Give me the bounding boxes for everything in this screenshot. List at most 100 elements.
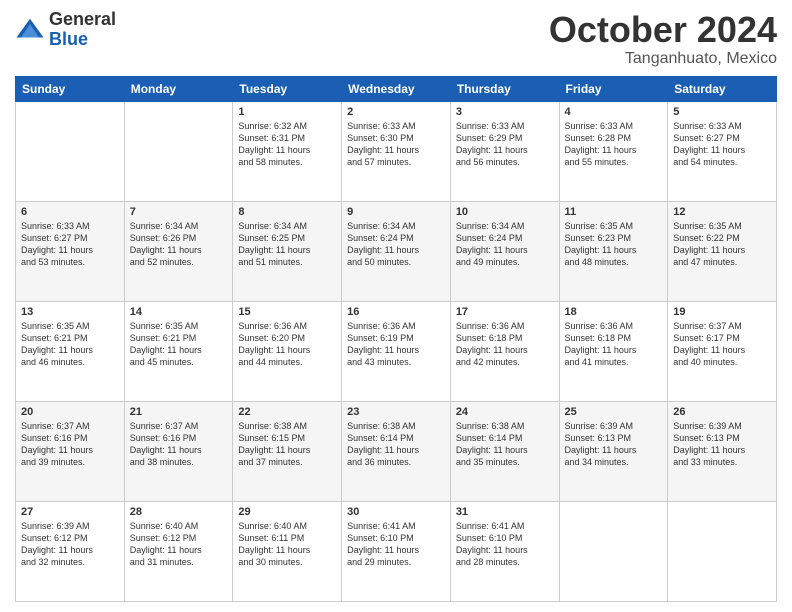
day-number: 14 (130, 306, 228, 318)
title-block: October 2024 Tanganhuato, Mexico (549, 10, 777, 68)
day-number: 23 (347, 406, 445, 418)
calendar-cell (559, 501, 668, 601)
cell-daylight-info: Sunrise: 6:37 AM Sunset: 6:16 PM Dayligh… (130, 420, 228, 469)
calendar-week-3: 13Sunrise: 6:35 AM Sunset: 6:21 PM Dayli… (16, 301, 777, 401)
cell-daylight-info: Sunrise: 6:36 AM Sunset: 6:19 PM Dayligh… (347, 320, 445, 369)
cell-daylight-info: Sunrise: 6:33 AM Sunset: 6:27 PM Dayligh… (21, 220, 119, 269)
calendar-cell: 29 Sunrise: 6:40 AM Sunset: 6:11 PM Dayli… (233, 501, 342, 601)
weekday-header-row: SundayMondayTuesdayWednesdayThursdayFrid… (16, 76, 777, 101)
calendar-cell: 16Sunrise: 6:36 AM Sunset: 6:19 PM Dayli… (342, 301, 451, 401)
cell-daylight-info: Sunrise: 6:36 AM Sunset: 6:18 PM Dayligh… (456, 320, 554, 369)
weekday-header-friday: Friday (559, 76, 668, 101)
logo-text: General Blue (49, 10, 116, 50)
cell-daylight-info: Sunrise: 6:40 AM Sunset: 6:11 PM Dayligh… (238, 520, 336, 569)
calendar-cell: 5 Sunrise: 6:33 AM Sunset: 6:27 PM Daylig… (668, 101, 777, 201)
weekday-header-sunday: Sunday (16, 76, 125, 101)
cell-daylight-info: Sunrise: 6:34 AM Sunset: 6:24 PM Dayligh… (456, 220, 554, 269)
calendar-cell: 15Sunrise: 6:36 AM Sunset: 6:20 PM Dayli… (233, 301, 342, 401)
calendar-cell (124, 101, 233, 201)
cell-daylight-info: Sunrise: 6:37 AM Sunset: 6:17 PM Dayligh… (673, 320, 771, 369)
day-number: 2 (347, 106, 445, 118)
cell-daylight-info: Sunrise: 6:32 AM Sunset: 6:31 PM Dayligh… (238, 120, 336, 169)
calendar-week-1: 1Sunrise: 6:32 AM Sunset: 6:31 PM Daylig… (16, 101, 777, 201)
page: General Blue October 2024 Tanganhuato, M… (0, 0, 792, 612)
calendar-cell: 2Sunrise: 6:33 AM Sunset: 6:30 PM Daylig… (342, 101, 451, 201)
calendar-cell: 28Sunrise: 6:40 AM Sunset: 6:12 PM Dayli… (124, 501, 233, 601)
day-number: 22 (238, 406, 336, 418)
cell-daylight-info: Sunrise: 6:35 AM Sunset: 6:22 PM Dayligh… (673, 220, 771, 269)
cell-daylight-info: Sunrise: 6:38 AM Sunset: 6:14 PM Dayligh… (456, 420, 554, 469)
cell-daylight-info: Sunrise: 6:33 AM Sunset: 6:29 PM Dayligh… (456, 120, 554, 169)
calendar-cell: 9Sunrise: 6:34 AM Sunset: 6:24 PM Daylig… (342, 201, 451, 301)
day-number: 27 (21, 506, 119, 518)
logo-blue: Blue (49, 30, 116, 50)
day-number: 29 (238, 506, 336, 518)
calendar-cell: 1Sunrise: 6:32 AM Sunset: 6:31 PM Daylig… (233, 101, 342, 201)
header: General Blue October 2024 Tanganhuato, M… (15, 10, 777, 68)
calendar-cell: 7 Sunrise: 6:34 AM Sunset: 6:26 PM Daylig… (124, 201, 233, 301)
calendar-cell: 20 Sunrise: 6:37 AM Sunset: 6:16 PM Dayli… (16, 401, 125, 501)
logo-general: General (49, 10, 116, 30)
day-number: 10 (456, 206, 554, 218)
day-number: 31 (456, 506, 554, 518)
calendar-week-4: 20 Sunrise: 6:37 AM Sunset: 6:16 PM Dayli… (16, 401, 777, 501)
calendar-cell: 30Sunrise: 6:41 AM Sunset: 6:10 PM Dayli… (342, 501, 451, 601)
calendar-cell: 4 Sunrise: 6:33 AM Sunset: 6:28 PM Daylig… (559, 101, 668, 201)
calendar-cell (16, 101, 125, 201)
day-number: 6 (21, 206, 119, 218)
day-number: 8 (238, 206, 336, 218)
cell-daylight-info: Sunrise: 6:39 AM Sunset: 6:12 PM Dayligh… (21, 520, 119, 569)
day-number: 21 (130, 406, 228, 418)
cell-daylight-info: Sunrise: 6:35 AM Sunset: 6:23 PM Dayligh… (565, 220, 663, 269)
calendar-cell: 3 Sunrise: 6:33 AM Sunset: 6:29 PM Daylig… (450, 101, 559, 201)
cell-daylight-info: Sunrise: 6:34 AM Sunset: 6:26 PM Dayligh… (130, 220, 228, 269)
day-number: 12 (673, 206, 771, 218)
calendar-cell: 10 Sunrise: 6:34 AM Sunset: 6:24 PM Dayli… (450, 201, 559, 301)
month-title: October 2024 (549, 10, 777, 50)
day-number: 18 (565, 306, 663, 318)
calendar-cell: 24 Sunrise: 6:38 AM Sunset: 6:14 PM Dayli… (450, 401, 559, 501)
cell-daylight-info: Sunrise: 6:37 AM Sunset: 6:16 PM Dayligh… (21, 420, 119, 469)
weekday-header-saturday: Saturday (668, 76, 777, 101)
calendar-week-5: 27 Sunrise: 6:39 AM Sunset: 6:12 PM Dayli… (16, 501, 777, 601)
calendar-cell: 13Sunrise: 6:35 AM Sunset: 6:21 PM Dayli… (16, 301, 125, 401)
calendar-cell: 23Sunrise: 6:38 AM Sunset: 6:14 PM Dayli… (342, 401, 451, 501)
calendar-cell: 25 Sunrise: 6:39 AM Sunset: 6:13 PM Dayli… (559, 401, 668, 501)
cell-daylight-info: Sunrise: 6:38 AM Sunset: 6:15 PM Dayligh… (238, 420, 336, 469)
day-number: 20 (21, 406, 119, 418)
day-number: 11 (565, 206, 663, 218)
day-number: 4 (565, 106, 663, 118)
calendar-cell (668, 501, 777, 601)
calendar-cell: 12 Sunrise: 6:35 AM Sunset: 6:22 PM Dayli… (668, 201, 777, 301)
day-number: 3 (456, 106, 554, 118)
day-number: 17 (456, 306, 554, 318)
cell-daylight-info: Sunrise: 6:33 AM Sunset: 6:28 PM Dayligh… (565, 120, 663, 169)
weekday-header-thursday: Thursday (450, 76, 559, 101)
location: Tanganhuato, Mexico (549, 50, 777, 68)
weekday-header-monday: Monday (124, 76, 233, 101)
cell-daylight-info: Sunrise: 6:36 AM Sunset: 6:18 PM Dayligh… (565, 320, 663, 369)
calendar-cell: 17 Sunrise: 6:36 AM Sunset: 6:18 PM Dayli… (450, 301, 559, 401)
day-number: 30 (347, 506, 445, 518)
cell-daylight-info: Sunrise: 6:35 AM Sunset: 6:21 PM Dayligh… (130, 320, 228, 369)
day-number: 24 (456, 406, 554, 418)
cell-daylight-info: Sunrise: 6:34 AM Sunset: 6:25 PM Dayligh… (238, 220, 336, 269)
day-number: 7 (130, 206, 228, 218)
calendar-week-2: 6 Sunrise: 6:33 AM Sunset: 6:27 PM Daylig… (16, 201, 777, 301)
calendar-cell: 19Sunrise: 6:37 AM Sunset: 6:17 PM Dayli… (668, 301, 777, 401)
cell-daylight-info: Sunrise: 6:39 AM Sunset: 6:13 PM Dayligh… (565, 420, 663, 469)
cell-daylight-info: Sunrise: 6:35 AM Sunset: 6:21 PM Dayligh… (21, 320, 119, 369)
calendar-cell: 6 Sunrise: 6:33 AM Sunset: 6:27 PM Daylig… (16, 201, 125, 301)
day-number: 25 (565, 406, 663, 418)
calendar-cell: 21 Sunrise: 6:37 AM Sunset: 6:16 PM Dayli… (124, 401, 233, 501)
logo: General Blue (15, 10, 116, 50)
calendar-cell: 8 Sunrise: 6:34 AM Sunset: 6:25 PM Daylig… (233, 201, 342, 301)
cell-daylight-info: Sunrise: 6:36 AM Sunset: 6:20 PM Dayligh… (238, 320, 336, 369)
logo-icon (15, 15, 45, 45)
cell-daylight-info: Sunrise: 6:33 AM Sunset: 6:27 PM Dayligh… (673, 120, 771, 169)
cell-daylight-info: Sunrise: 6:40 AM Sunset: 6:12 PM Dayligh… (130, 520, 228, 569)
day-number: 5 (673, 106, 771, 118)
day-number: 9 (347, 206, 445, 218)
weekday-header-wednesday: Wednesday (342, 76, 451, 101)
calendar-cell: 27 Sunrise: 6:39 AM Sunset: 6:12 PM Dayli… (16, 501, 125, 601)
